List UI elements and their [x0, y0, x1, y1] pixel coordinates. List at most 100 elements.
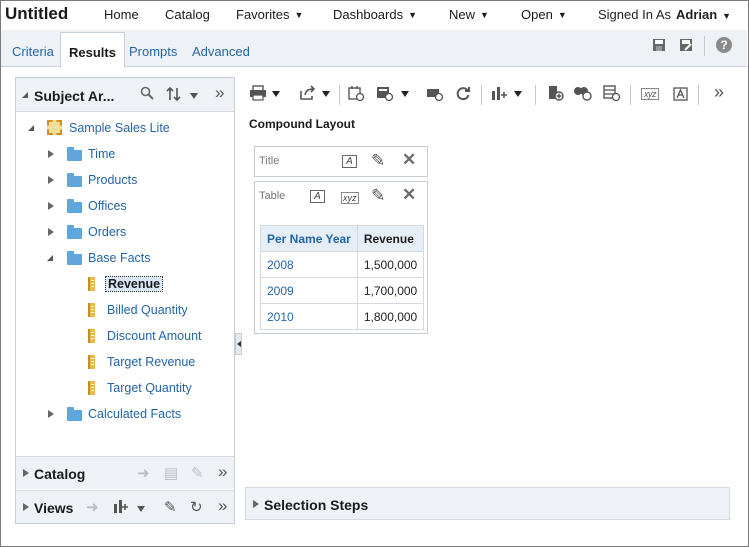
schedule-icon[interactable]: [348, 85, 365, 105]
folder-icon: [67, 173, 82, 187]
refresh-icon[interactable]: [455, 85, 471, 105]
caret-down-icon: ▼: [557, 10, 567, 20]
new-group-icon[interactable]: [573, 85, 593, 105]
table-row: 2010 1,800,000: [260, 303, 425, 330]
views-accordion[interactable]: Views ➜ ✎ ↻ »: [16, 490, 234, 523]
nav-home[interactable]: Home: [104, 7, 139, 22]
tree-folder-base-facts[interactable]: Base Facts: [16, 248, 226, 268]
tree-measure[interactable]: Target Quantity: [16, 378, 226, 398]
caret-down-icon[interactable]: [401, 91, 409, 97]
search-icon[interactable]: [140, 86, 154, 103]
tab-prompts[interactable]: Prompts: [129, 44, 177, 59]
tree-measure[interactable]: Revenue: [16, 274, 226, 294]
top-bar: Untitled Home Catalog Favorites ▼ Dashboa…: [1, 1, 747, 29]
edit-layout-icon[interactable]: [376, 85, 394, 105]
tree-folder[interactable]: Orders: [16, 222, 226, 242]
caret-down-icon[interactable]: [190, 93, 198, 99]
edit-view-icon[interactable]: ✎: [164, 498, 177, 516]
views-title: Views: [34, 500, 74, 516]
remove-view-icon[interactable]: ✕: [402, 185, 416, 205]
toolbar-divider: [698, 85, 699, 105]
catalog-accordion[interactable]: Catalog ➜ ▤ ✎ »: [16, 456, 234, 489]
title-view-label: Title: [259, 155, 280, 167]
format-view-icon[interactable]: xyz: [341, 192, 359, 204]
nav-catalog[interactable]: Catalog: [165, 7, 210, 22]
tree-folder[interactable]: Time: [16, 144, 226, 164]
expand-panel-icon[interactable]: »: [218, 462, 227, 482]
table-cell-year[interactable]: 2008: [260, 251, 358, 278]
nav-favorites[interactable]: Favorites ▼: [236, 7, 303, 22]
caret-down-icon[interactable]: [322, 91, 330, 97]
toolbar-divider: [339, 85, 340, 105]
edit-view-icon[interactable]: ✎: [371, 186, 385, 206]
column-header-year[interactable]: Per Name Year: [260, 225, 358, 252]
table-cell-year[interactable]: 2009: [260, 277, 358, 304]
editor-tabs: Criteria Results Prompts Advanced: [1, 30, 747, 68]
new-view-icon[interactable]: [491, 85, 509, 105]
tree-measure[interactable]: Discount Amount: [16, 326, 226, 346]
caret-down-icon[interactable]: [514, 91, 522, 97]
table-cell-revenue: 1,800,000: [356, 303, 425, 330]
new-calculated-item-icon[interactable]: [547, 85, 565, 105]
nav-dashboards[interactable]: Dashboards ▼: [333, 7, 417, 22]
format-container-icon[interactable]: A: [342, 155, 357, 168]
expand-toolbar-icon[interactable]: »: [714, 82, 724, 103]
nav-open[interactable]: Open ▼: [521, 7, 567, 22]
toolbar-divider: [630, 85, 631, 105]
caret-down-icon[interactable]: [137, 506, 145, 512]
collapse-triangle-icon: [28, 125, 34, 131]
selection-steps-title: Selection Steps: [264, 497, 369, 513]
table-cell-year[interactable]: 2010: [260, 303, 358, 330]
expand-triangle-icon: [48, 202, 54, 210]
tree-folder[interactable]: Calculated Facts: [16, 404, 226, 424]
nav-new[interactable]: New ▼: [449, 7, 489, 22]
table-view-label: Table: [259, 190, 286, 202]
edit-icon[interactable]: ✎: [191, 464, 204, 482]
save-as-icon[interactable]: [678, 38, 694, 54]
subject-areas-header[interactable]: Subject Ar... »: [16, 78, 234, 112]
selected-column-label: Revenue: [105, 276, 164, 292]
tab-advanced[interactable]: Advanced: [192, 44, 250, 59]
expand-panel-icon[interactable]: »: [218, 496, 227, 516]
folder-icon: [67, 225, 82, 239]
export-icon[interactable]: [299, 85, 317, 105]
expand-panel-icon[interactable]: »: [215, 83, 224, 103]
caret-down-icon: ▼: [722, 11, 732, 21]
column-header-revenue[interactable]: Revenue: [356, 225, 425, 252]
format-container-icon[interactable]: A: [310, 190, 325, 203]
user-menu[interactable]: Adrian ▼: [676, 7, 731, 22]
tab-criteria[interactable]: Criteria: [12, 44, 54, 59]
edit-title-icon[interactable]: xyz: [641, 88, 659, 100]
sort-icon[interactable]: [166, 86, 182, 105]
tab-results[interactable]: Results: [60, 32, 125, 68]
results-table: Per Name Year Revenue 2008 1,500,000 200…: [260, 225, 425, 330]
remove-view-icon[interactable]: ✕: [402, 150, 416, 170]
tree-measure[interactable]: Target Revenue: [16, 352, 226, 372]
results-toolbar: xyz »: [245, 79, 741, 109]
edit-view-icon[interactable]: ✎: [371, 151, 385, 171]
collapse-triangle-icon: [47, 255, 53, 261]
panel-splitter[interactable]: [235, 333, 242, 355]
expand-triangle-icon: [48, 150, 54, 158]
tree-folder[interactable]: Offices: [16, 196, 226, 216]
toolbar-divider: [481, 85, 482, 105]
rename-view-icon[interactable]: ↻: [190, 498, 203, 516]
selection-steps-bar[interactable]: Selection Steps: [245, 487, 730, 520]
show-analysis-properties-icon[interactable]: [673, 85, 689, 105]
help-icon[interactable]: ?: [716, 37, 732, 53]
add-to-criteria-icon[interactable]: ➜: [137, 464, 150, 482]
show-view-icon[interactable]: ▤: [164, 464, 178, 482]
caret-down-icon[interactable]: [272, 91, 280, 97]
save-icon[interactable]: [651, 38, 667, 54]
tree-measure[interactable]: Billed Quantity: [16, 300, 226, 320]
tree-root[interactable]: Sample Sales Lite: [16, 118, 226, 138]
print-options-icon[interactable]: [426, 85, 444, 105]
tree-folder[interactable]: Products: [16, 170, 226, 190]
add-view-icon[interactable]: ➜: [86, 498, 99, 516]
compound-layout-title: Compound Layout: [249, 117, 355, 131]
new-calculated-measure-icon[interactable]: [603, 85, 621, 105]
table-row: 2009 1,700,000: [260, 277, 425, 304]
new-view-icon[interactable]: [113, 498, 129, 518]
print-icon[interactable]: [249, 85, 267, 105]
expand-triangle-icon: [23, 469, 29, 477]
